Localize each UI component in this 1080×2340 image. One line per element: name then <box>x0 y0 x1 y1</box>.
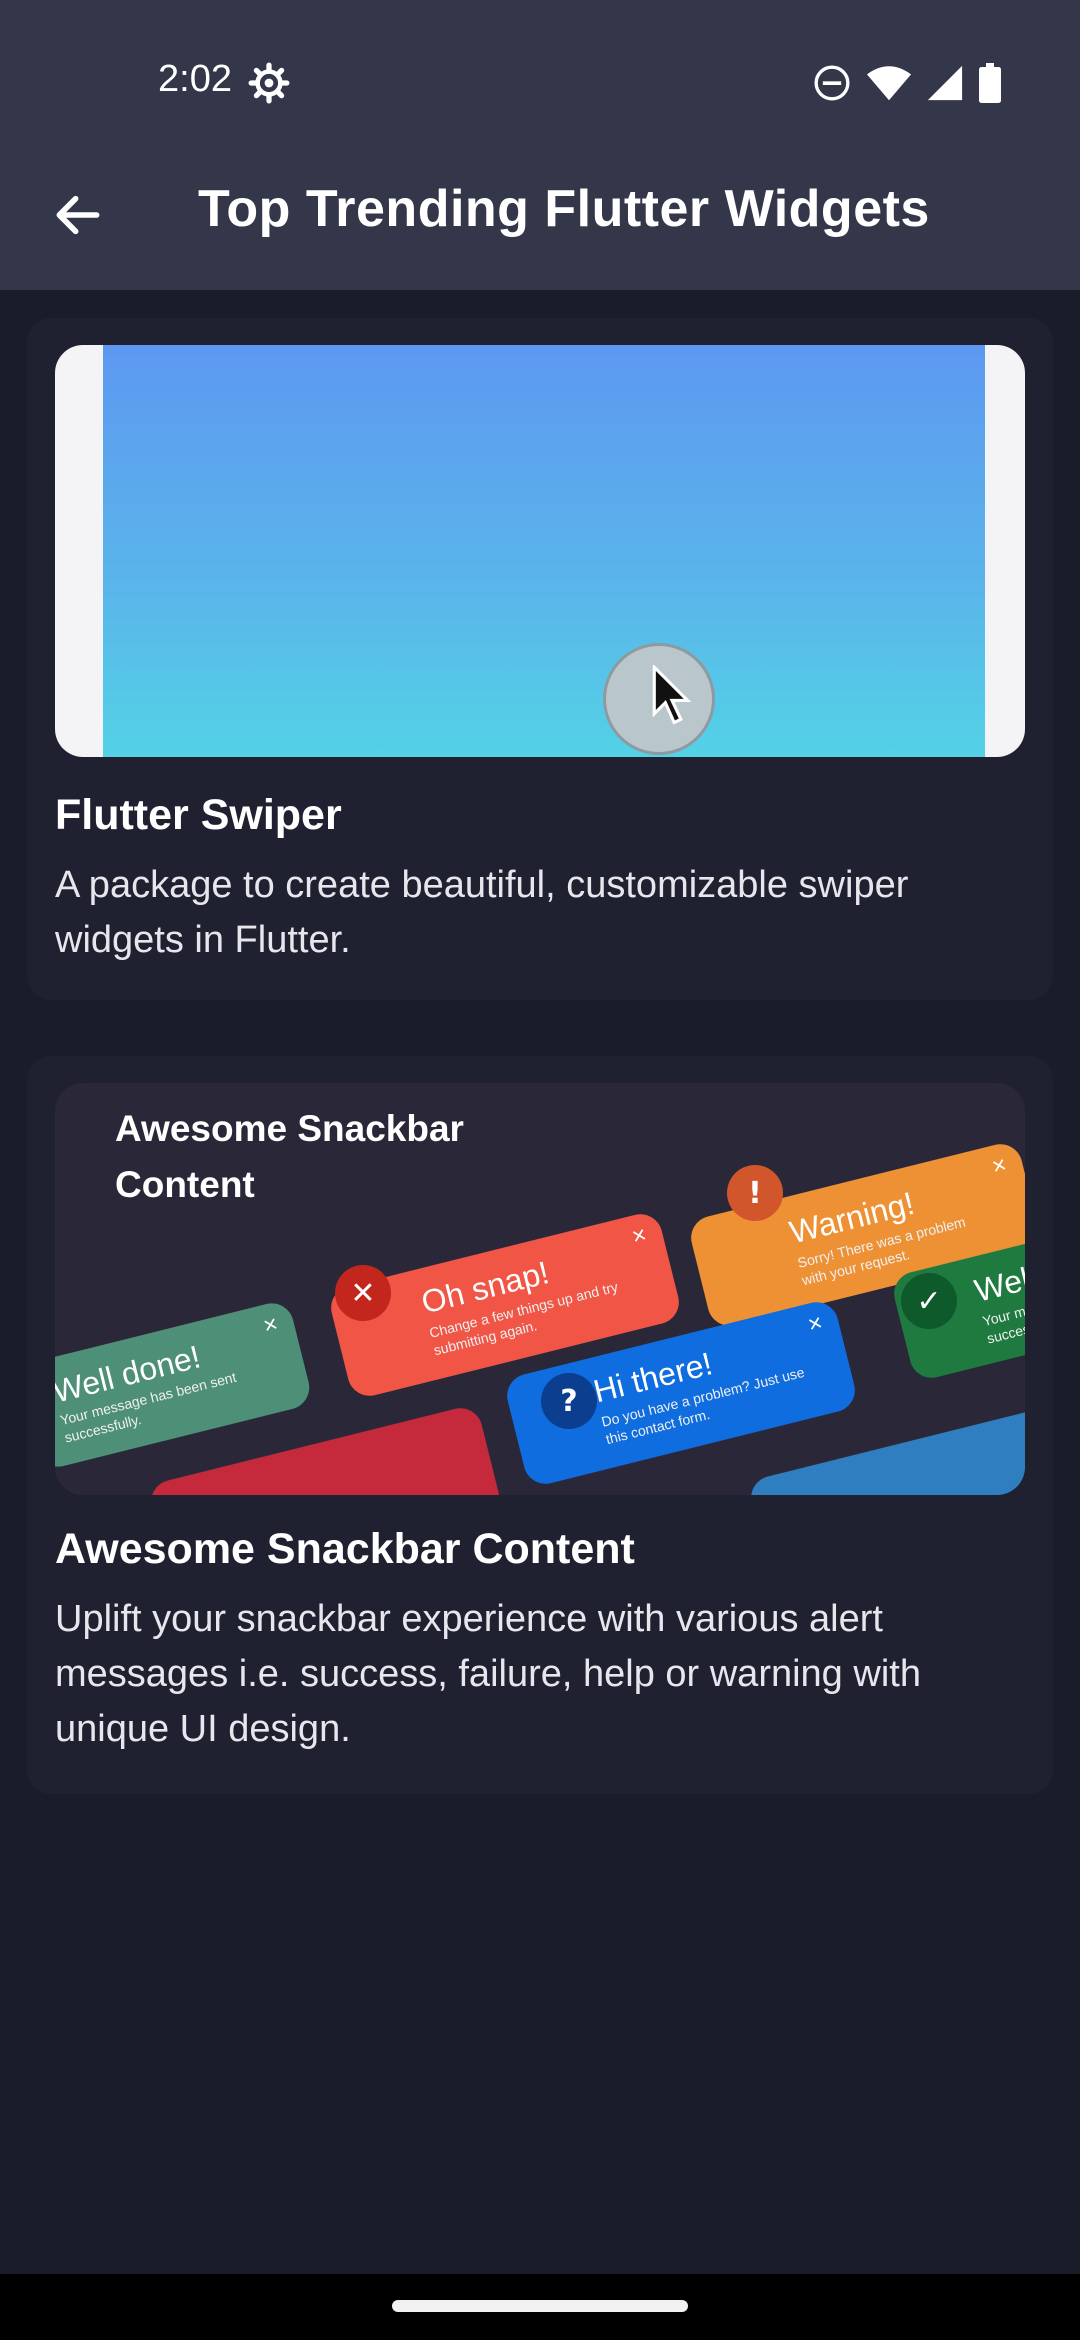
card-description: A package to create beautiful, customiza… <box>55 864 909 961</box>
status-bar: 2:02 <box>0 0 1080 165</box>
cursor-pointer-icon <box>652 665 692 725</box>
widget-card-awesome-snackbar[interactable]: Awesome Snackbar Content Warning! Sorry!… <box>27 1056 1053 1794</box>
status-time: 2:02 <box>158 58 232 100</box>
card-title: Awesome Snackbar Content <box>55 1525 635 1573</box>
error-x-icon: ✕ <box>335 1265 391 1321</box>
success-check-icon: ✓ <box>901 1273 957 1329</box>
warning-icon: ! <box>727 1165 783 1221</box>
wifi-icon <box>866 66 912 101</box>
snackbar-title: Well <box>970 1258 1025 1309</box>
back-arrow-icon[interactable] <box>50 187 106 243</box>
awesome-snackbar-thumbnail: Awesome Snackbar Content Warning! Sorry!… <box>55 1083 1025 1495</box>
card-title: Flutter Swiper <box>55 791 342 839</box>
app-bar: Top Trending Flutter Widgets <box>0 165 1080 290</box>
battery-icon <box>979 63 1001 103</box>
cell-signal-icon <box>927 65 963 101</box>
snackbar-success: Well done! Your message has been sent su… <box>55 1298 314 1472</box>
status-icons <box>812 62 1002 104</box>
settings-gear-icon <box>248 62 290 104</box>
close-icon: × <box>260 1310 281 1340</box>
widget-card-flutter-swiper[interactable]: Flutter Swiper A package to create beaut… <box>27 318 1053 1000</box>
do-not-disturb-icon <box>814 65 850 101</box>
help-question-icon: ? <box>541 1373 597 1429</box>
thumbnail-heading: Awesome Snackbar Content <box>115 1108 464 1205</box>
close-icon: × <box>805 1309 826 1339</box>
swiper-preview-panel <box>103 345 985 757</box>
home-gesture-handle[interactable] <box>392 2300 688 2312</box>
close-icon: × <box>989 1151 1010 1181</box>
page-title: Top Trending Flutter Widgets <box>198 180 930 238</box>
close-icon: × <box>629 1221 650 1251</box>
flutter-swiper-thumbnail <box>55 345 1025 757</box>
card-description: Uplift your snackbar experience with var… <box>55 1598 921 1750</box>
